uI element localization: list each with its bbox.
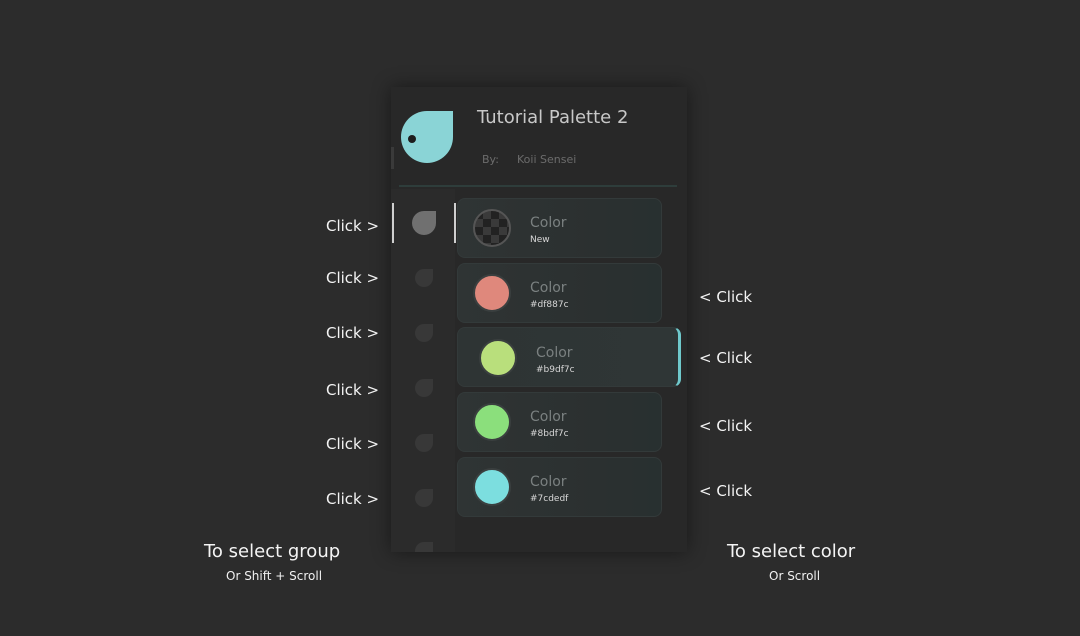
droplet-icon (415, 324, 433, 342)
swatch-label: Color (530, 215, 567, 231)
hint-click-color-3: < Click (699, 417, 753, 435)
swatch-label: Color (530, 280, 567, 296)
color-swatch-new[interactable]: Color New (457, 198, 662, 258)
hint-click-group-3: Click > (326, 324, 380, 342)
swatch-circle (473, 403, 511, 441)
hint-click-color-1: < Click (699, 288, 753, 306)
droplet-icon (401, 111, 453, 163)
group-item-4[interactable] (415, 379, 433, 397)
author-name: Koii Sensei (517, 153, 577, 166)
right-caption-subtitle: Or Scroll (769, 569, 821, 583)
right-caption-title: To select color (727, 541, 856, 562)
droplet-icon (412, 211, 436, 235)
swatch-circle (473, 274, 511, 312)
swatch-label: Color (530, 409, 567, 425)
hint-click-group-5: Click > (326, 435, 380, 453)
palette-panel: Tutorial Palette 2 By: Koii Sensei Color… (391, 87, 687, 552)
group-item-7[interactable] (415, 542, 433, 552)
swatch-checker-circle (473, 209, 511, 247)
hint-click-color-2: < Click (699, 349, 753, 367)
droplet-icon (415, 269, 433, 287)
swatch-code: New (530, 235, 550, 245)
left-caption-subtitle: Or Shift + Scroll (226, 569, 323, 583)
group-item-6[interactable] (415, 489, 433, 507)
group-selector-right (454, 203, 456, 243)
swatch-code: #b9df7c (536, 365, 575, 375)
color-swatch-2-selected[interactable]: Color #b9df7c (457, 327, 681, 387)
logo-dot (408, 135, 416, 143)
droplet-icon (415, 489, 433, 507)
color-swatch-4[interactable]: Color #7cdedf (457, 457, 662, 517)
droplet-icon (415, 542, 433, 552)
palette-title: Tutorial Palette 2 (477, 107, 629, 128)
group-item-5[interactable] (415, 434, 433, 452)
left-caption-title: To select group (204, 541, 341, 562)
swatch-code: #7cdedf (530, 494, 569, 504)
swatch-code: #df887c (530, 300, 569, 310)
hint-click-color-4: < Click (699, 482, 753, 500)
droplet-icon (415, 379, 433, 397)
palette-header: Tutorial Palette 2 By: Koii Sensei (391, 87, 687, 187)
swatch-label: Color (536, 345, 573, 361)
droplet-icon (415, 434, 433, 452)
group-item-1[interactable] (412, 211, 436, 235)
swatch-label: Color (530, 474, 567, 490)
hint-click-group-1: Click > (326, 217, 380, 235)
group-item-3[interactable] (415, 324, 433, 342)
header-divider (399, 185, 677, 187)
swatch-code: #8bdf7c (530, 429, 569, 439)
color-swatch-1[interactable]: Color #df887c (457, 263, 662, 323)
header-notch (391, 147, 394, 169)
group-item-2[interactable] (415, 269, 433, 287)
hint-click-group-2: Click > (326, 269, 380, 287)
swatch-circle (473, 468, 511, 506)
hint-click-group-6: Click > (326, 490, 380, 508)
group-selector-left (392, 203, 394, 243)
color-swatch-3[interactable]: Color #8bdf7c (457, 392, 662, 452)
swatch-circle (479, 339, 517, 377)
hint-click-group-4: Click > (326, 381, 380, 399)
author-by-label: By: (482, 153, 499, 166)
